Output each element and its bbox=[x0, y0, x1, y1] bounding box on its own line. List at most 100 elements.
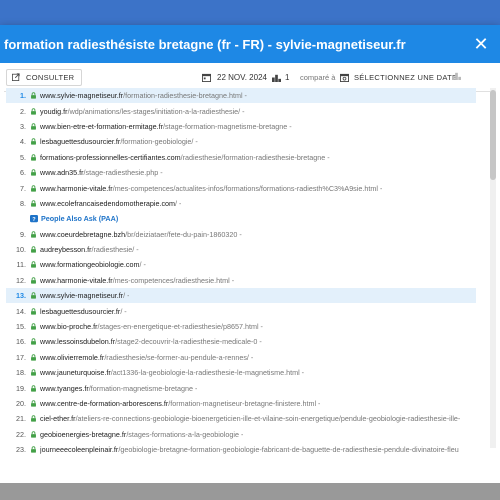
select-date-button[interactable]: SÉLECTIONNEZ UNE DATE bbox=[340, 63, 457, 91]
result-url-link[interactable]: audreybesson.fr/radiesthesie/ - bbox=[40, 245, 139, 254]
result-url-link[interactable]: formations-professionnelles-certifiantes… bbox=[40, 153, 330, 162]
result-domain: www.sylvie-magnetiseur.fr bbox=[40, 91, 124, 101]
lock-icon bbox=[31, 231, 36, 238]
paa-text: People Also Ask (PAA) bbox=[41, 214, 119, 224]
result-url-link[interactable]: www.centre-de-formation-arborescens.fr/f… bbox=[40, 399, 320, 408]
result-url-link[interactable]: www.ecolefrancaisedendomotherapie.com/ - bbox=[40, 199, 181, 208]
result-url-link[interactable]: lesbaguettesdusourcier.fr/ - bbox=[40, 307, 127, 316]
result-path: /radiesthesie/ - bbox=[91, 245, 139, 255]
lock-icon bbox=[31, 292, 36, 299]
rank-number: 8. bbox=[20, 198, 26, 208]
dialog-title: formation radiesthésiste bretagne (fr - … bbox=[4, 36, 406, 52]
calendar-search-icon bbox=[340, 73, 349, 82]
result-url-link[interactable]: www.sylvie-magnetiseur.fr/formation-radi… bbox=[40, 91, 247, 100]
lock-icon bbox=[31, 431, 36, 438]
paa-label[interactable]: ? People Also Ask (PAA) bbox=[6, 214, 118, 223]
result-url-link[interactable]: youdig.fr/wdp/animations/les-stages/init… bbox=[40, 107, 245, 116]
result-path: /radiesthesie/formation-radiesthesie-bre… bbox=[180, 152, 330, 162]
serp-result-row: 8. www.ecolefrancaisedendomotherapie.com/… bbox=[6, 196, 476, 211]
serp-result-row: 1. www.sylvie-magnetiseur.fr/formation-ra… bbox=[6, 88, 476, 104]
result-url-link[interactable]: geobioenergies-bretagne.fr/stages-format… bbox=[40, 430, 243, 439]
result-url-link[interactable]: www.tyanges.fr/formation-magnetisme-bret… bbox=[40, 384, 197, 393]
serp-result-row: 3. www.bien-etre-et-formation-ermitage.fr… bbox=[6, 119, 476, 134]
serp-result-row: 24.ciel-ether.fr/formation-geobiologie-3… bbox=[6, 457, 476, 458]
result-domain: www.tyanges.fr bbox=[40, 383, 89, 393]
result-url-link[interactable]: www.coeurdebretagne.bzh/br/deiziataer/fe… bbox=[40, 230, 242, 239]
rank-number: 18. bbox=[16, 368, 26, 378]
result-url-link[interactable]: www.harmonie-vitale.fr/mes-competences/a… bbox=[40, 184, 382, 193]
result-path: /formation-radiesthesie-bretagne.html - bbox=[123, 91, 247, 101]
lock-icon bbox=[31, 369, 36, 376]
result-url-link[interactable]: lesbaguettesdusourcier.fr/formation-geob… bbox=[40, 137, 198, 146]
consult-button[interactable]: CONSULTER bbox=[6, 68, 83, 86]
scrollbar[interactable] bbox=[490, 88, 496, 448]
serp-result-row: 2. youdig.fr/wdp/animations/les-stages/in… bbox=[6, 103, 476, 118]
result-url-link[interactable]: www.bien-etre-et-formation-ermitage.fr/s… bbox=[40, 122, 292, 131]
result-path: /mes-competences/radiesthesie.html - bbox=[112, 275, 235, 285]
result-path: /geobiologie-bretagne-formation-geobiolo… bbox=[118, 445, 459, 455]
result-url-link[interactable]: www.bio-proche.fr/stages-en-energetique-… bbox=[40, 322, 263, 331]
serp-result-row: 18. www.jauneturquoise.fr/act1336-la-geob… bbox=[6, 365, 476, 380]
result-url-link[interactable]: www.formationgeobiologie.com/ - bbox=[40, 260, 146, 269]
consult-label: CONSULTER bbox=[26, 72, 75, 82]
lock-icon bbox=[31, 446, 36, 453]
result-url-link[interactable]: ciel-ether.fr/ateliers-re-connections-ge… bbox=[40, 414, 460, 423]
scrollbar-thumb[interactable] bbox=[490, 90, 496, 180]
lock-icon bbox=[31, 184, 36, 192]
serp-result-row: 5. formations-professionnelles-certifiant… bbox=[6, 150, 476, 165]
question-icon: ? bbox=[30, 214, 38, 223]
result-url-link[interactable]: www.adn35.fr/stage-radiesthesie.php - bbox=[40, 168, 163, 177]
toolbar: CONSULTER 22 NOV. 2024 1 comparé à SÉLEC… bbox=[0, 63, 500, 91]
serp-result-row: 13. www.sylvie-magnetiseur.fr/ - bbox=[6, 288, 476, 304]
lock-icon bbox=[31, 338, 36, 346]
result-path: /mes-competences/actualites-infos/format… bbox=[112, 183, 383, 193]
rank-number: 12. bbox=[16, 275, 26, 285]
result-path: /ateliers-re-connections-geobiologie-bio… bbox=[75, 414, 461, 424]
serp-result-row: 7. www.harmonie-vitale.fr/mes-competences… bbox=[6, 180, 476, 195]
modal-backdrop-bottom bbox=[0, 483, 500, 500]
result-path: /formation-magnetiseur-bretagne-finister… bbox=[168, 399, 321, 408]
result-url-link[interactable]: www.harmonie-vitale.fr/mes-competences/r… bbox=[40, 276, 234, 285]
serp-result-row: 14. lesbaguettesdusourcier.fr/ - bbox=[6, 303, 476, 318]
result-domain: www.bien-etre-et-formation-ermitage.fr bbox=[40, 121, 164, 131]
serp-result-row: 6. www.adn35.fr/stage-radiesthesie.php - bbox=[6, 165, 476, 180]
podium-icon bbox=[272, 74, 281, 82]
result-domain: youdig.fr bbox=[40, 106, 68, 116]
rank-number: 9. bbox=[20, 229, 26, 239]
result-domain: www.coeurdebretagne.bzh bbox=[40, 229, 126, 239]
close-icon[interactable]: ✕ bbox=[470, 33, 492, 55]
result-url-link[interactable]: www.sylvie-magnetiseur.fr/ - bbox=[40, 291, 129, 300]
result-domain: www.olivierremole.fr bbox=[40, 352, 105, 362]
serp-result-row: 20. www.centre-de-formation-arborescens.f… bbox=[6, 396, 476, 411]
lock-icon bbox=[31, 354, 36, 361]
result-domain: lesbaguettesdusourcier.fr bbox=[40, 306, 121, 316]
rank-number: 2. bbox=[20, 106, 26, 116]
result-domain: www.sylvie-magnetiseur.fr bbox=[40, 291, 124, 301]
result-domain: www.formationgeobiologie.com bbox=[40, 260, 140, 270]
result-path: /stage-radiesthesie.php - bbox=[83, 168, 163, 178]
select-date-label: SÉLECTIONNEZ UNE DATE bbox=[354, 72, 458, 82]
rank-number: 13. bbox=[16, 291, 26, 301]
result-domain: www.centre-de-formation-arborescens.fr bbox=[40, 399, 169, 408]
result-domain: www.bio-proche.fr bbox=[40, 322, 98, 332]
result-path: /stages-formations-a-la-geobiologie - bbox=[126, 429, 244, 439]
result-domain: lesbaguettesdusourcier.fr bbox=[40, 137, 121, 147]
serp-result-row: 22. geobioenergies-bretagne.fr/stages-for… bbox=[6, 427, 476, 442]
dialog-header: formation radiesthésiste bretagne (fr - … bbox=[0, 25, 500, 63]
current-date: 22 NOV. 2024 bbox=[202, 63, 267, 91]
lock-icon bbox=[31, 323, 36, 330]
serp-result-row: 11. www.formationgeobiologie.com/ - bbox=[6, 257, 476, 272]
app-bar-background bbox=[0, 0, 500, 25]
serp-result-row: 21. ciel-ether.fr/ateliers-re-connections… bbox=[6, 411, 476, 426]
result-url-link[interactable]: journeeecoleenpleinair.fr/geobiologie-br… bbox=[40, 445, 459, 454]
result-path: /stage-formation-magnetisme-bretagne - bbox=[163, 121, 292, 131]
result-domain: www.harmonie-vitale.fr bbox=[40, 183, 113, 193]
serp-result-row: 9. www.coeurdebretagne.bzh/br/deiziataer/… bbox=[6, 227, 476, 242]
result-url-link[interactable]: www.olivierremole.fr/radiesthesie/se-for… bbox=[40, 353, 253, 362]
rank-number: 7. bbox=[20, 183, 26, 193]
lock-icon bbox=[31, 415, 36, 423]
result-url-link[interactable]: www.lessoinsdubelon.fr/stage2-decouvrir-… bbox=[40, 337, 262, 346]
result-url-link[interactable]: www.jauneturquoise.fr/act1336-la-geobiol… bbox=[40, 368, 304, 377]
result-domain: www.jauneturquoise.fr bbox=[40, 368, 111, 378]
compare-chart-icon bbox=[452, 71, 461, 83]
